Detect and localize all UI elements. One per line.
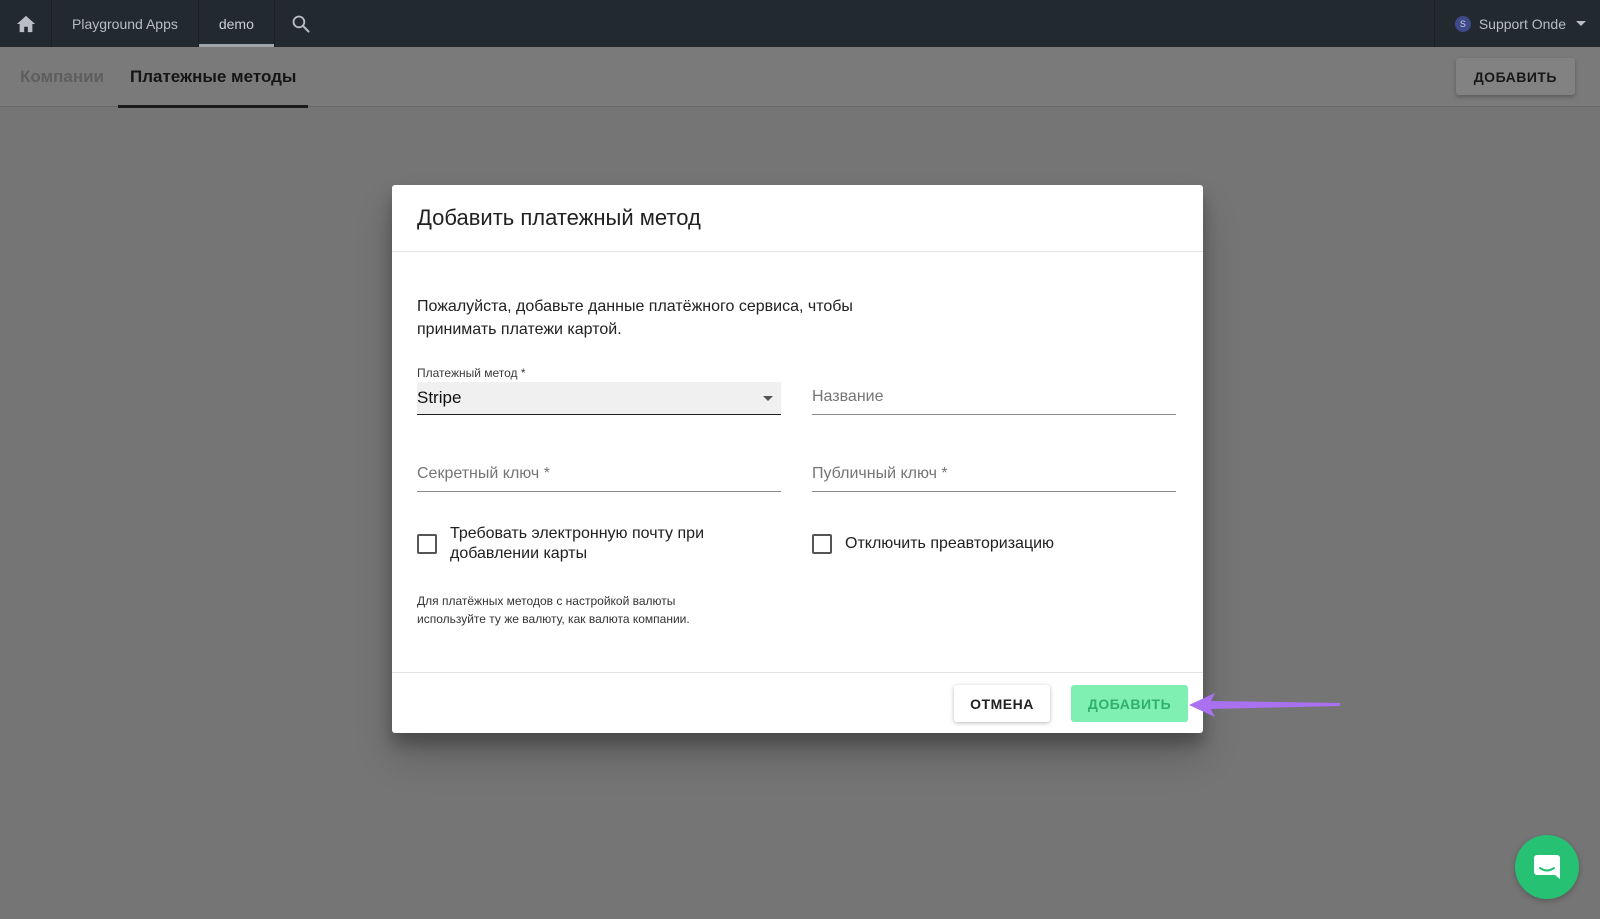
dialog-footer: ОТМЕНА ДОБАВИТЬ [392, 672, 1203, 733]
dialog-description: Пожалуйста, добавьте данные платёжного с… [417, 298, 853, 338]
cancel-button[interactable]: ОТМЕНА [954, 685, 1050, 722]
chat-bubble-icon [1534, 855, 1560, 879]
nav-org-demo[interactable]: demo [198, 0, 275, 47]
require-email-checkbox[interactable] [417, 534, 437, 554]
nav-playground-apps[interactable]: Playground Apps [52, 0, 199, 47]
dialog-title: Добавить платежный метод [392, 185, 1203, 252]
avatar: S [1454, 15, 1471, 32]
nav-org-label: demo [218, 15, 254, 32]
add-button[interactable]: ДОБАВИТЬ [1071, 685, 1188, 722]
payment-method-label: Платежный метод * [417, 366, 526, 380]
secret-key-field[interactable]: Секретный ключ * [417, 456, 781, 492]
home-icon [16, 15, 35, 32]
payment-method-dropdown[interactable]: Stripe [417, 382, 781, 415]
page-tabs-bar: Компании Платежные методы ДОБАВИТЬ [0, 47, 1600, 108]
header-add-button[interactable]: ДОБАВИТЬ [1455, 58, 1575, 95]
require-email-label: Требовать электронную почту при добавлен… [450, 525, 704, 562]
name-field-placeholder: Название [812, 387, 884, 405]
disable-preauth-checkbox-row[interactable]: Отключить преавторизацию [812, 534, 1172, 554]
name-field[interactable]: Название [812, 379, 1176, 415]
nav-playground-apps-label: Playground Apps [72, 15, 178, 32]
user-menu[interactable]: S Support Onde [1433, 0, 1600, 47]
payment-method-select[interactable]: Платежный метод * Stripe [417, 365, 781, 415]
public-key-placeholder: Публичный ключ * [812, 464, 948, 482]
disable-preauth-checkbox[interactable] [812, 534, 832, 554]
top-app-bar: Playground Apps demo S Support Onde [0, 0, 1600, 47]
home-button[interactable] [0, 0, 52, 47]
tab-payment-methods[interactable]: Платежные методы [118, 47, 309, 108]
search-button[interactable] [275, 0, 327, 47]
chevron-down-icon [1576, 21, 1586, 26]
search-icon [292, 15, 310, 32]
dropdown-arrow-icon [763, 395, 773, 401]
user-name: Support Onde [1478, 15, 1566, 32]
disable-preauth-label: Отключить преавторизацию [845, 535, 1055, 552]
secret-key-placeholder: Секретный ключ * [417, 464, 550, 482]
public-key-field[interactable]: Публичный ключ * [812, 456, 1176, 492]
payment-method-value: Stripe [417, 388, 462, 407]
annotation-arrow-icon [1189, 693, 1340, 717]
currency-hint: Для платёжных методов с настройкой валют… [417, 594, 690, 626]
chat-launcher-button[interactable] [1515, 835, 1579, 899]
tab-companies[interactable]: Компании [8, 47, 116, 107]
add-payment-method-dialog: Добавить платежный метод Пожалуйста, доб… [392, 185, 1203, 733]
require-email-checkbox-row[interactable]: Требовать электронную почту при добавлен… [417, 524, 757, 564]
